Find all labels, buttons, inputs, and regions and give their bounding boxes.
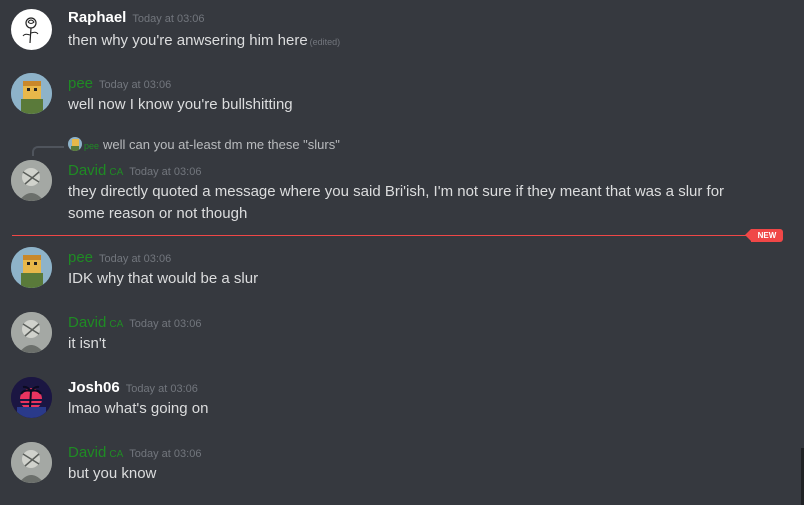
timestamp: Today at 03:06	[132, 13, 205, 25]
username[interactable]: Raphael	[68, 9, 126, 26]
timestamp: Today at 03:06	[99, 79, 172, 91]
grey-sketch-avatar[interactable]	[11, 442, 52, 483]
message-header: pee Today at 03:06	[68, 75, 171, 93]
message-content: it isn't	[68, 333, 106, 355]
timestamp: Today at 03:06	[129, 448, 202, 460]
reply-avatar-icon	[68, 137, 82, 151]
rose-sketch-avatar[interactable]	[11, 9, 52, 50]
message-text-line: they directly quoted a message where you…	[68, 183, 725, 200]
new-messages-divider	[12, 235, 772, 236]
message-text-line: some reason or not though	[68, 205, 248, 222]
timestamp: Today at 03:06	[129, 166, 202, 178]
message-content: they directly quoted a message where you…	[68, 181, 724, 225]
message-header: David CA Today at 03:06	[68, 444, 201, 462]
username[interactable]: David	[68, 162, 106, 179]
timestamp: Today at 03:06	[125, 383, 198, 395]
grey-sketch-avatar[interactable]	[11, 312, 52, 353]
message-text: but you know	[68, 465, 157, 482]
message-header: David CA Today at 03:06	[68, 314, 201, 332]
username[interactable]: Josh06	[68, 379, 120, 396]
message-header: Raphael Today at 03:06	[68, 9, 205, 27]
message-text: well now I know you're bullshitting	[68, 96, 293, 113]
reply-preview[interactable]: pee well can you at-least dm me these "sl…	[68, 137, 340, 152]
new-badge: NEW	[745, 229, 783, 242]
message-content: lmao what's going on	[68, 398, 208, 420]
reply-spine	[32, 146, 64, 156]
message-content: but you know	[68, 463, 156, 485]
timestamp: Today at 03:06	[99, 253, 172, 265]
message-content: IDK why that would be a slur	[68, 268, 258, 290]
username[interactable]: David	[68, 444, 106, 461]
message-text: then why you're anwsering him here	[68, 32, 308, 49]
pixel-character-avatar[interactable]	[11, 73, 52, 114]
message-text: IDK why that would be a slur	[68, 270, 259, 287]
message-header: pee Today at 03:06	[68, 249, 171, 267]
user-tag: CA	[109, 167, 124, 178]
message-content: well now I know you're bullshitting	[68, 94, 293, 116]
reply-text: well can you at-least dm me these "slurs…	[103, 137, 340, 152]
user-tag: CA	[109, 449, 124, 460]
grey-sketch-avatar[interactable]	[11, 160, 52, 201]
message-text: it isn't	[68, 335, 106, 352]
reply-username[interactable]: pee	[84, 141, 99, 151]
pixel-character-avatar[interactable]	[11, 247, 52, 288]
message-header: Josh06 Today at 03:06	[68, 379, 198, 397]
edited-label: (edited)	[309, 37, 341, 47]
message-content: then why you're anwsering him here (edite…	[68, 30, 340, 53]
username[interactable]: pee	[68, 249, 93, 266]
username[interactable]: pee	[68, 75, 93, 92]
message-text: lmao what's going on	[68, 400, 209, 417]
timestamp: Today at 03:06	[129, 318, 202, 330]
username[interactable]: David	[68, 314, 106, 331]
message-header: David CA Today at 03:06	[68, 162, 201, 180]
user-tag: CA	[109, 319, 124, 330]
palm-sunset-avatar[interactable]	[11, 377, 52, 418]
